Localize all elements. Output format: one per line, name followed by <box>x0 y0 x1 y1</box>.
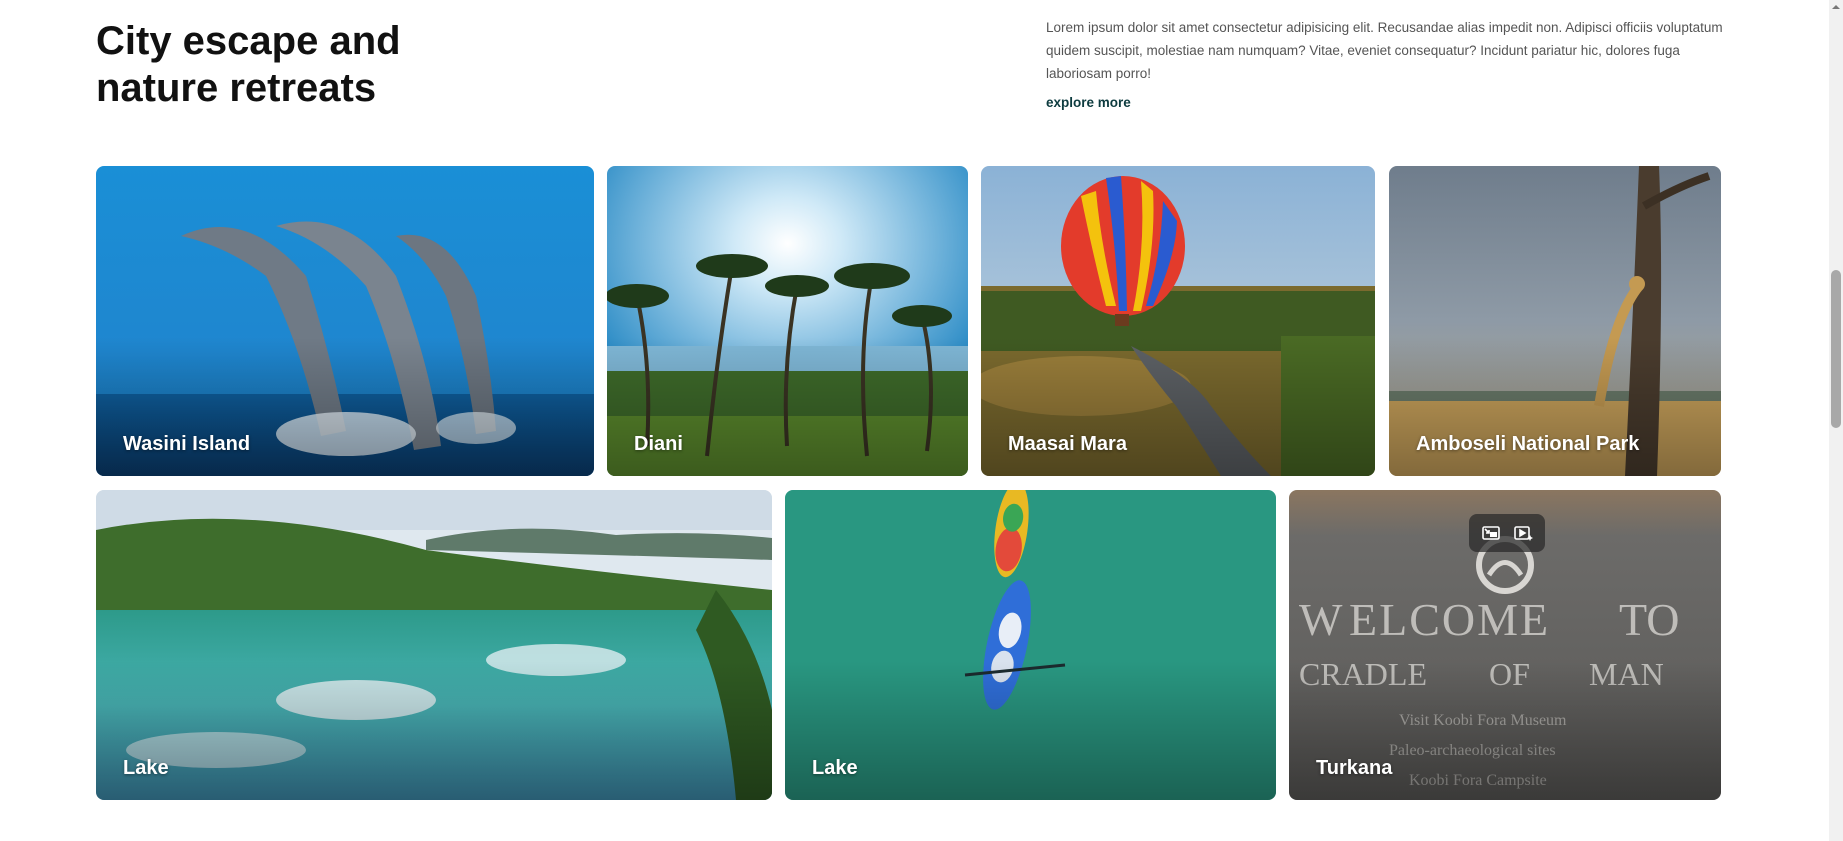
intro-block: Lorem ipsum dolor sit amet consectetur a… <box>1046 16 1726 112</box>
destination-label: Lake <box>123 757 169 779</box>
intro-text: Lorem ipsum dolor sit amet consectetur a… <box>1046 20 1723 81</box>
destination-card-amboseli-national-park[interactable]: Amboseli National Park <box>1389 166 1721 476</box>
destination-label: Amboseli National Park <box>1416 433 1640 455</box>
explore-more-link[interactable]: explore more <box>1046 95 1131 110</box>
destination-card-lake-kayaks[interactable]: Lake <box>785 490 1276 800</box>
page-title: City escape and nature retreats <box>96 19 401 110</box>
destination-label: Turkana <box>1316 757 1393 779</box>
section-header: City escape and nature retreats Lorem ip… <box>96 16 1723 116</box>
destination-label: Diani <box>634 433 683 455</box>
scrollbar-thumb[interactable] <box>1831 270 1841 428</box>
scroll-up-arrow-icon[interactable] <box>1829 0 1843 14</box>
destination-label: Maasai Mara <box>1008 433 1127 455</box>
video-play-sparkle-icon[interactable] <box>1510 520 1536 546</box>
destination-card-maasai-mara[interactable]: Maasai Mara <box>981 166 1375 476</box>
card-shade <box>96 660 772 800</box>
svg-text:W: W <box>1299 594 1344 645</box>
destination-label: Wasini Island <box>123 433 251 455</box>
destination-card-lake-crater[interactable]: Lake <box>96 490 772 800</box>
destination-card-diani[interactable]: Diani <box>607 166 968 476</box>
page-scrollbar[interactable] <box>1829 0 1843 841</box>
destination-card-turkana[interactable]: W ELCOME TO CRADLE OF MAN Visit Koobi Fo… <box>1289 490 1721 800</box>
svg-text:TO: TO <box>1619 594 1680 645</box>
destination-label: Lake <box>812 757 858 779</box>
destination-card-wasini-island[interactable]: Wasini Island <box>96 166 594 476</box>
svg-text:ELCOME: ELCOME <box>1349 594 1550 645</box>
card-shade <box>785 660 1276 800</box>
exit-picture-in-picture-icon[interactable] <box>1478 520 1504 546</box>
video-overlay-controls <box>1469 514 1545 552</box>
